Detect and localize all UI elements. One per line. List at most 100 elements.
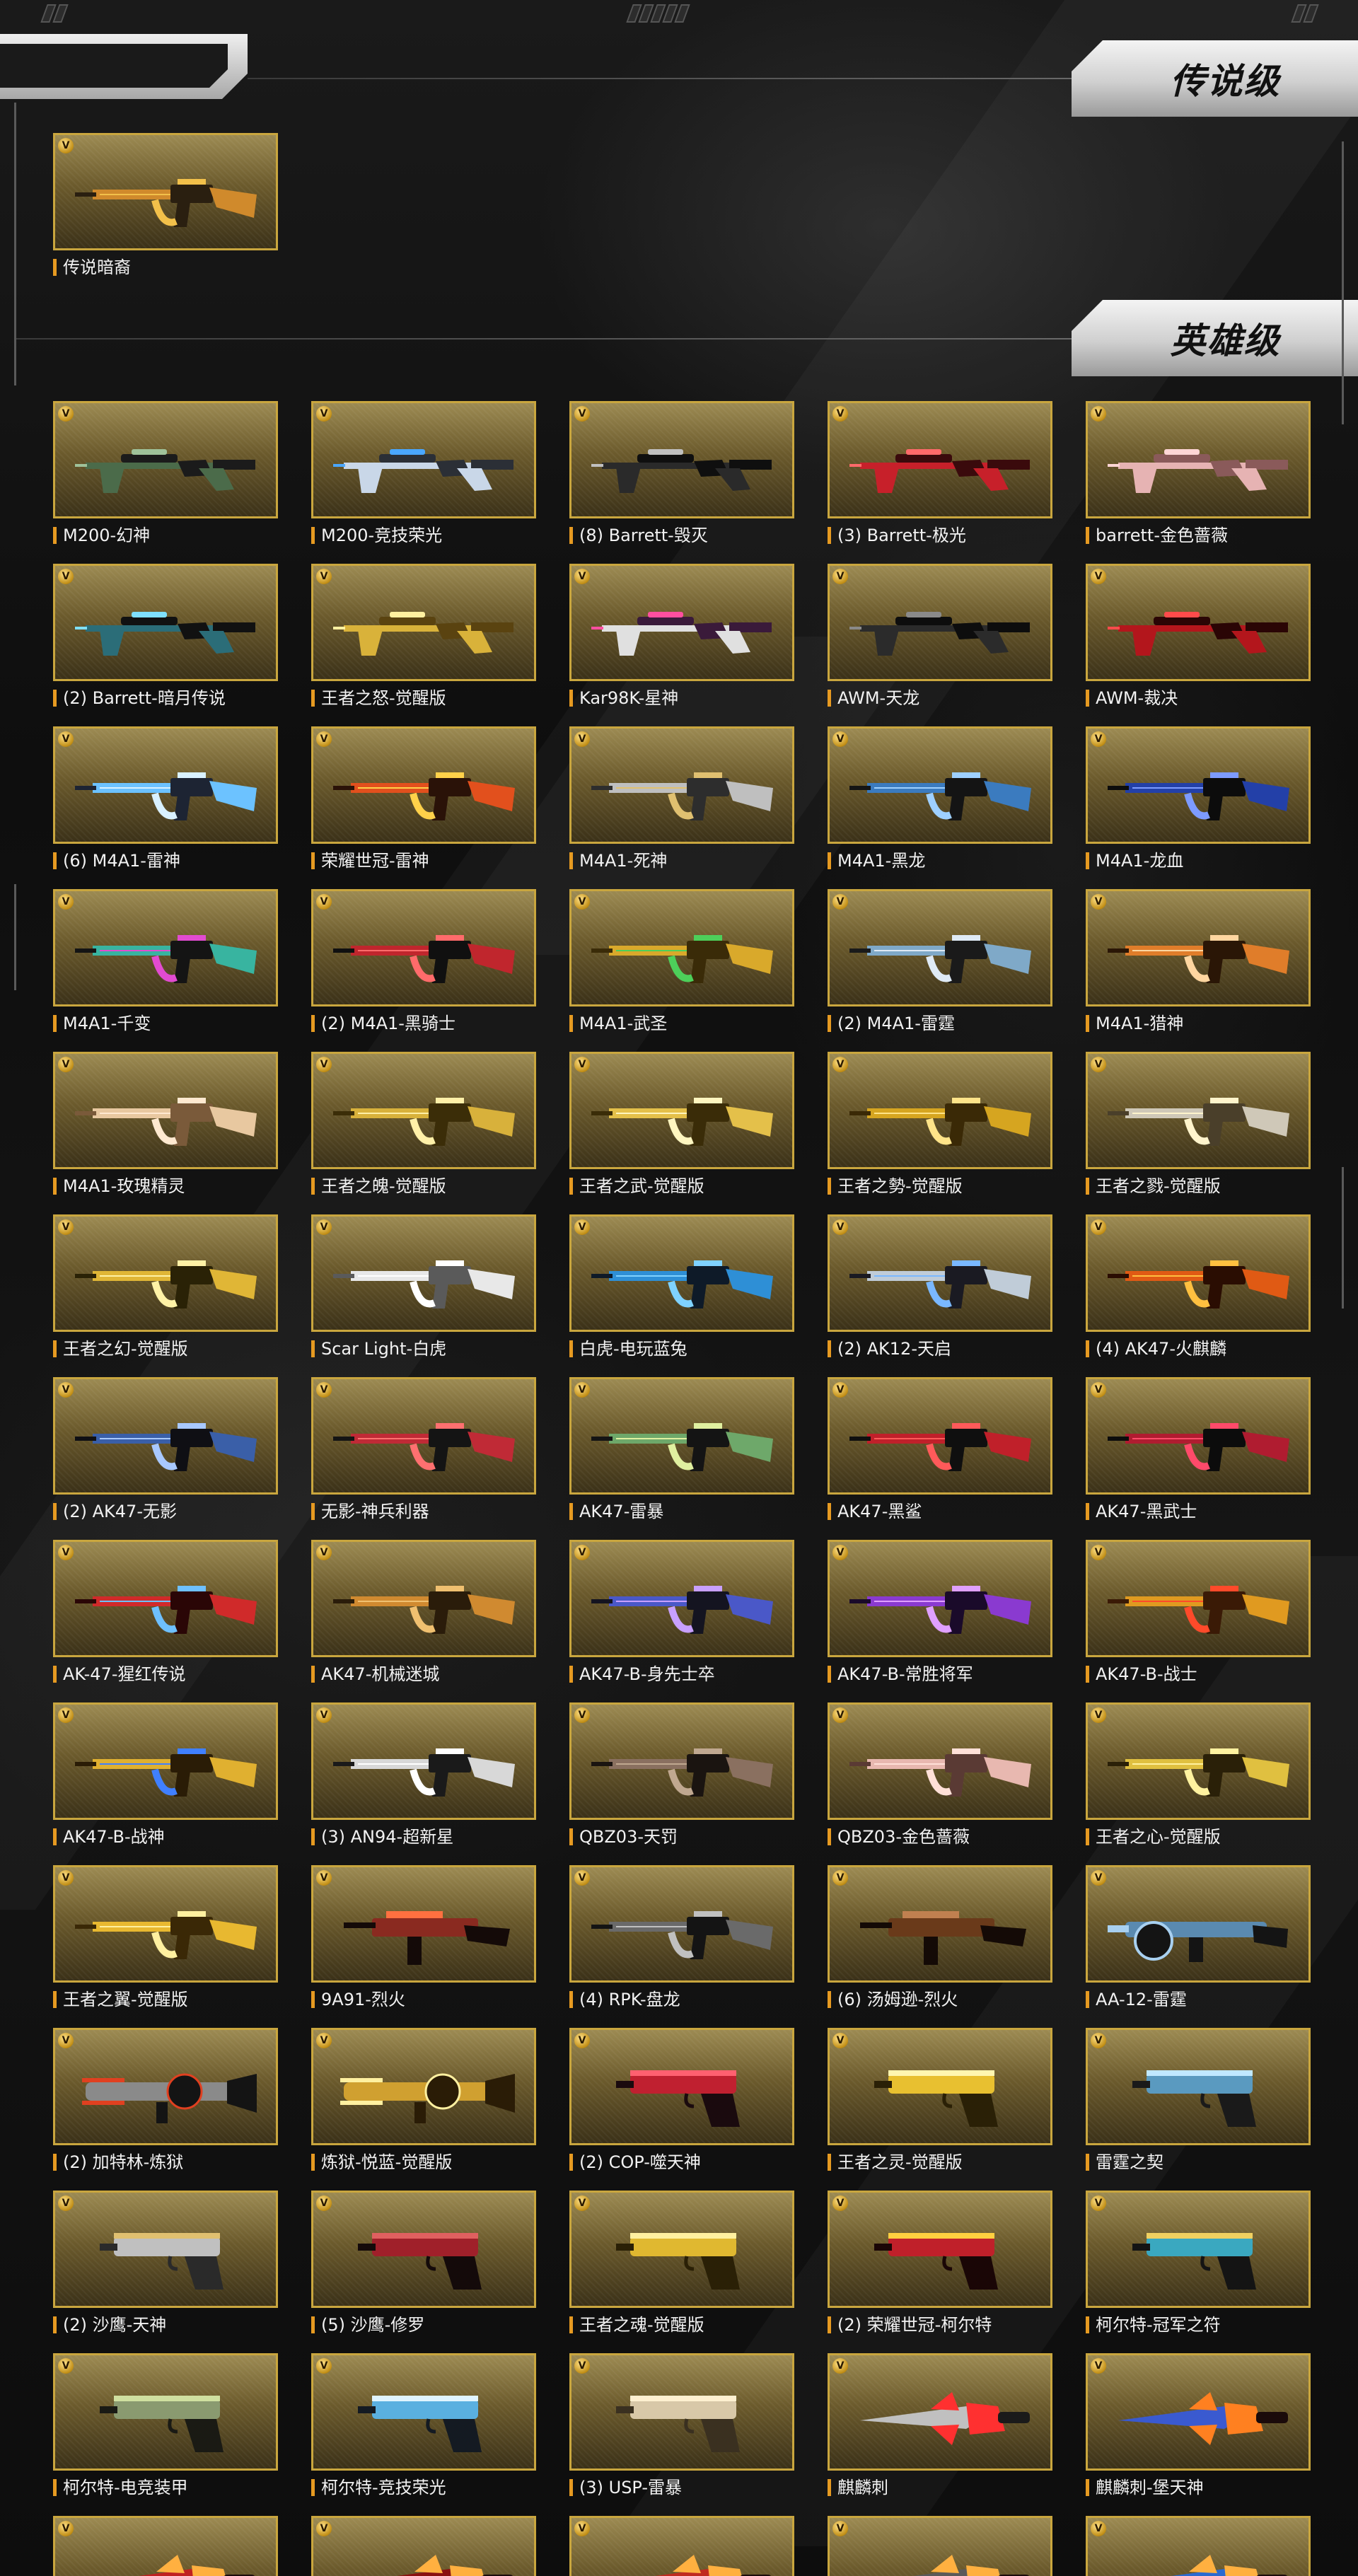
weapon-item[interactable]: V M4A1-黑龙 <box>828 726 1052 875</box>
weapon-card[interactable]: V <box>1086 889 1311 1006</box>
weapon-item[interactable]: V (2) M4A1-黑骑士 <box>311 889 536 1038</box>
weapon-card[interactable]: V <box>1086 1702 1311 1820</box>
weapon-item[interactable]: V 麒麟刺-堡天神 <box>1086 2353 1311 2502</box>
weapon-item[interactable]: V (2) AK12-天启 <box>828 1214 1052 1363</box>
weapon-item[interactable]: V (2) 加特林-炼狱 <box>53 2028 278 2176</box>
weapon-item[interactable]: V 王者之魂-觉醒版 <box>569 2191 794 2339</box>
weapon-card[interactable]: V <box>569 2191 794 2308</box>
weapon-card[interactable]: V <box>53 1377 278 1495</box>
weapon-item[interactable]: V QBZ03-金色蔷薇 <box>828 1702 1052 1851</box>
weapon-item[interactable]: V 柯尔特-冠军之符 <box>1086 2191 1311 2339</box>
weapon-card[interactable]: V <box>53 2516 278 2576</box>
weapon-card[interactable]: V <box>828 2191 1052 2308</box>
weapon-item[interactable]: V (2) Barrett-暗月传说 <box>53 564 278 712</box>
weapon-item[interactable]: V 荣耀世冠-雷神 <box>311 726 536 875</box>
weapon-card[interactable]: V <box>53 1214 278 1332</box>
weapon-item[interactable]: V M4A1-龙血 <box>1086 726 1311 875</box>
weapon-card[interactable]: V <box>1086 2191 1311 2308</box>
weapon-card[interactable]: V <box>828 2353 1052 2471</box>
weapon-item-partial[interactable]: V <box>311 2516 536 2576</box>
weapon-item[interactable]: V 柯尔特-电竞装甲 <box>53 2353 278 2502</box>
weapon-item[interactable]: V AK47-B-战神 <box>53 1702 278 1851</box>
weapon-card[interactable]: V <box>1086 2028 1311 2145</box>
weapon-card[interactable]: V <box>569 564 794 681</box>
weapon-card[interactable]: V <box>828 726 1052 844</box>
weapon-item[interactable]: V 王者之翼-觉醒版 <box>53 1865 278 2014</box>
weapon-item[interactable]: V barrett-金色蔷薇 <box>1086 401 1311 550</box>
weapon-item[interactable]: V 柯尔特-竞技荣光 <box>311 2353 536 2502</box>
weapon-item[interactable]: V AA-12-雷霆 <box>1086 1865 1311 2014</box>
weapon-item[interactable]: V 王者之怒-觉醒版 <box>311 564 536 712</box>
weapon-card[interactable]: V <box>53 1865 278 1983</box>
weapon-card[interactable]: V <box>1086 1377 1311 1495</box>
weapon-item[interactable]: V M4A1-玫瑰精灵 <box>53 1052 278 1200</box>
weapon-card[interactable]: V <box>569 2516 794 2576</box>
weapon-item[interactable]: V AK47-B-身先士卒 <box>569 1540 794 1688</box>
weapon-card[interactable]: V <box>569 1377 794 1495</box>
weapon-card[interactable]: V <box>569 1865 794 1983</box>
weapon-card[interactable]: V <box>1086 2516 1311 2576</box>
weapon-item[interactable]: V (3) Barrett-极光 <box>828 401 1052 550</box>
weapon-card[interactable]: V <box>569 1702 794 1820</box>
weapon-item[interactable]: V AWM-裁决 <box>1086 564 1311 712</box>
weapon-card[interactable]: V <box>1086 1540 1311 1657</box>
weapon-item[interactable]: V (3) AN94-超新星 <box>311 1702 536 1851</box>
weapon-item[interactable]: V (5) 沙鹰-修罗 <box>311 2191 536 2339</box>
weapon-item[interactable]: V 9A91-烈火 <box>311 1865 536 2014</box>
weapon-card[interactable]: V <box>828 1214 1052 1332</box>
weapon-item[interactable]: V 炼狱-悦蓝-觉醒版 <box>311 2028 536 2176</box>
weapon-card[interactable]: V <box>53 401 278 518</box>
weapon-item[interactable]: V 无影-神兵利器 <box>311 1377 536 1526</box>
weapon-card[interactable]: V <box>311 1702 536 1820</box>
weapon-card[interactable]: V <box>311 2028 536 2145</box>
weapon-item[interactable]: V AWM-天龙 <box>828 564 1052 712</box>
weapon-item[interactable]: V (2) 沙鹰-天神 <box>53 2191 278 2339</box>
weapon-card[interactable]: V <box>1086 1052 1311 1169</box>
weapon-card[interactable]: V <box>53 564 278 681</box>
weapon-item[interactable]: V M200-幻神 <box>53 401 278 550</box>
weapon-item[interactable]: V 王者之勢-觉醒版 <box>828 1052 1052 1200</box>
weapon-item[interactable]: V (2) AK47-无影 <box>53 1377 278 1526</box>
weapon-item[interactable]: V (2) M4A1-雷霆 <box>828 889 1052 1038</box>
weapon-card[interactable]: V <box>828 889 1052 1006</box>
weapon-item-partial[interactable]: V <box>828 2516 1052 2576</box>
weapon-card[interactable]: V <box>53 1540 278 1657</box>
weapon-card[interactable]: V <box>311 564 536 681</box>
weapon-item[interactable]: V AK47-B-常胜将军 <box>828 1540 1052 1688</box>
weapon-item[interactable]: V (3) USP-雷暴 <box>569 2353 794 2502</box>
weapon-item[interactable]: V 王者之武-觉醒版 <box>569 1052 794 1200</box>
weapon-card[interactable]: V <box>1086 1865 1311 1983</box>
weapon-item[interactable]: V M4A1-死神 <box>569 726 794 875</box>
weapon-card[interactable]: V <box>311 1052 536 1169</box>
weapon-card[interactable]: V <box>53 889 278 1006</box>
weapon-item[interactable]: V 王者之心-觉醒版 <box>1086 1702 1311 1851</box>
weapon-item[interactable]: V Scar Light-白虎 <box>311 1214 536 1363</box>
weapon-card[interactable]: V <box>53 2028 278 2145</box>
weapon-card[interactable]: V <box>569 2353 794 2471</box>
weapon-item[interactable]: V QBZ03-天罚 <box>569 1702 794 1851</box>
weapon-item[interactable]: V 雷霆之契 <box>1086 2028 1311 2176</box>
weapon-card[interactable]: V <box>569 2028 794 2145</box>
weapon-item[interactable]: V 王者之灵-觉醒版 <box>828 2028 1052 2176</box>
weapon-item[interactable]: V (4) RPK-盘龙 <box>569 1865 794 2014</box>
weapon-card[interactable]: V <box>311 726 536 844</box>
weapon-card[interactable]: V <box>828 2028 1052 2145</box>
weapon-card[interactable]: V <box>53 1702 278 1820</box>
weapon-item[interactable]: V AK47-雷暴 <box>569 1377 794 1526</box>
weapon-card[interactable]: V <box>53 2353 278 2471</box>
weapon-item[interactable]: V M200-竞技荣光 <box>311 401 536 550</box>
weapon-card[interactable]: V <box>1086 401 1311 518</box>
weapon-item[interactable]: V Kar98K-星神 <box>569 564 794 712</box>
weapon-card[interactable]: V <box>828 564 1052 681</box>
weapon-card[interactable]: V <box>53 2191 278 2308</box>
weapon-card[interactable]: V <box>828 401 1052 518</box>
weapon-card[interactable]: V <box>1086 2353 1311 2471</box>
weapon-item-partial[interactable]: V <box>53 2516 278 2576</box>
weapon-item[interactable]: V (2) 荣耀世冠-柯尔特 <box>828 2191 1052 2339</box>
weapon-item[interactable]: V 传说暗裔 <box>53 133 278 282</box>
weapon-card[interactable]: V <box>53 1052 278 1169</box>
weapon-card[interactable]: V <box>311 1377 536 1495</box>
weapon-card[interactable]: V <box>569 1214 794 1332</box>
weapon-item-partial[interactable]: V <box>1086 2516 1311 2576</box>
weapon-card[interactable]: V <box>828 1702 1052 1820</box>
